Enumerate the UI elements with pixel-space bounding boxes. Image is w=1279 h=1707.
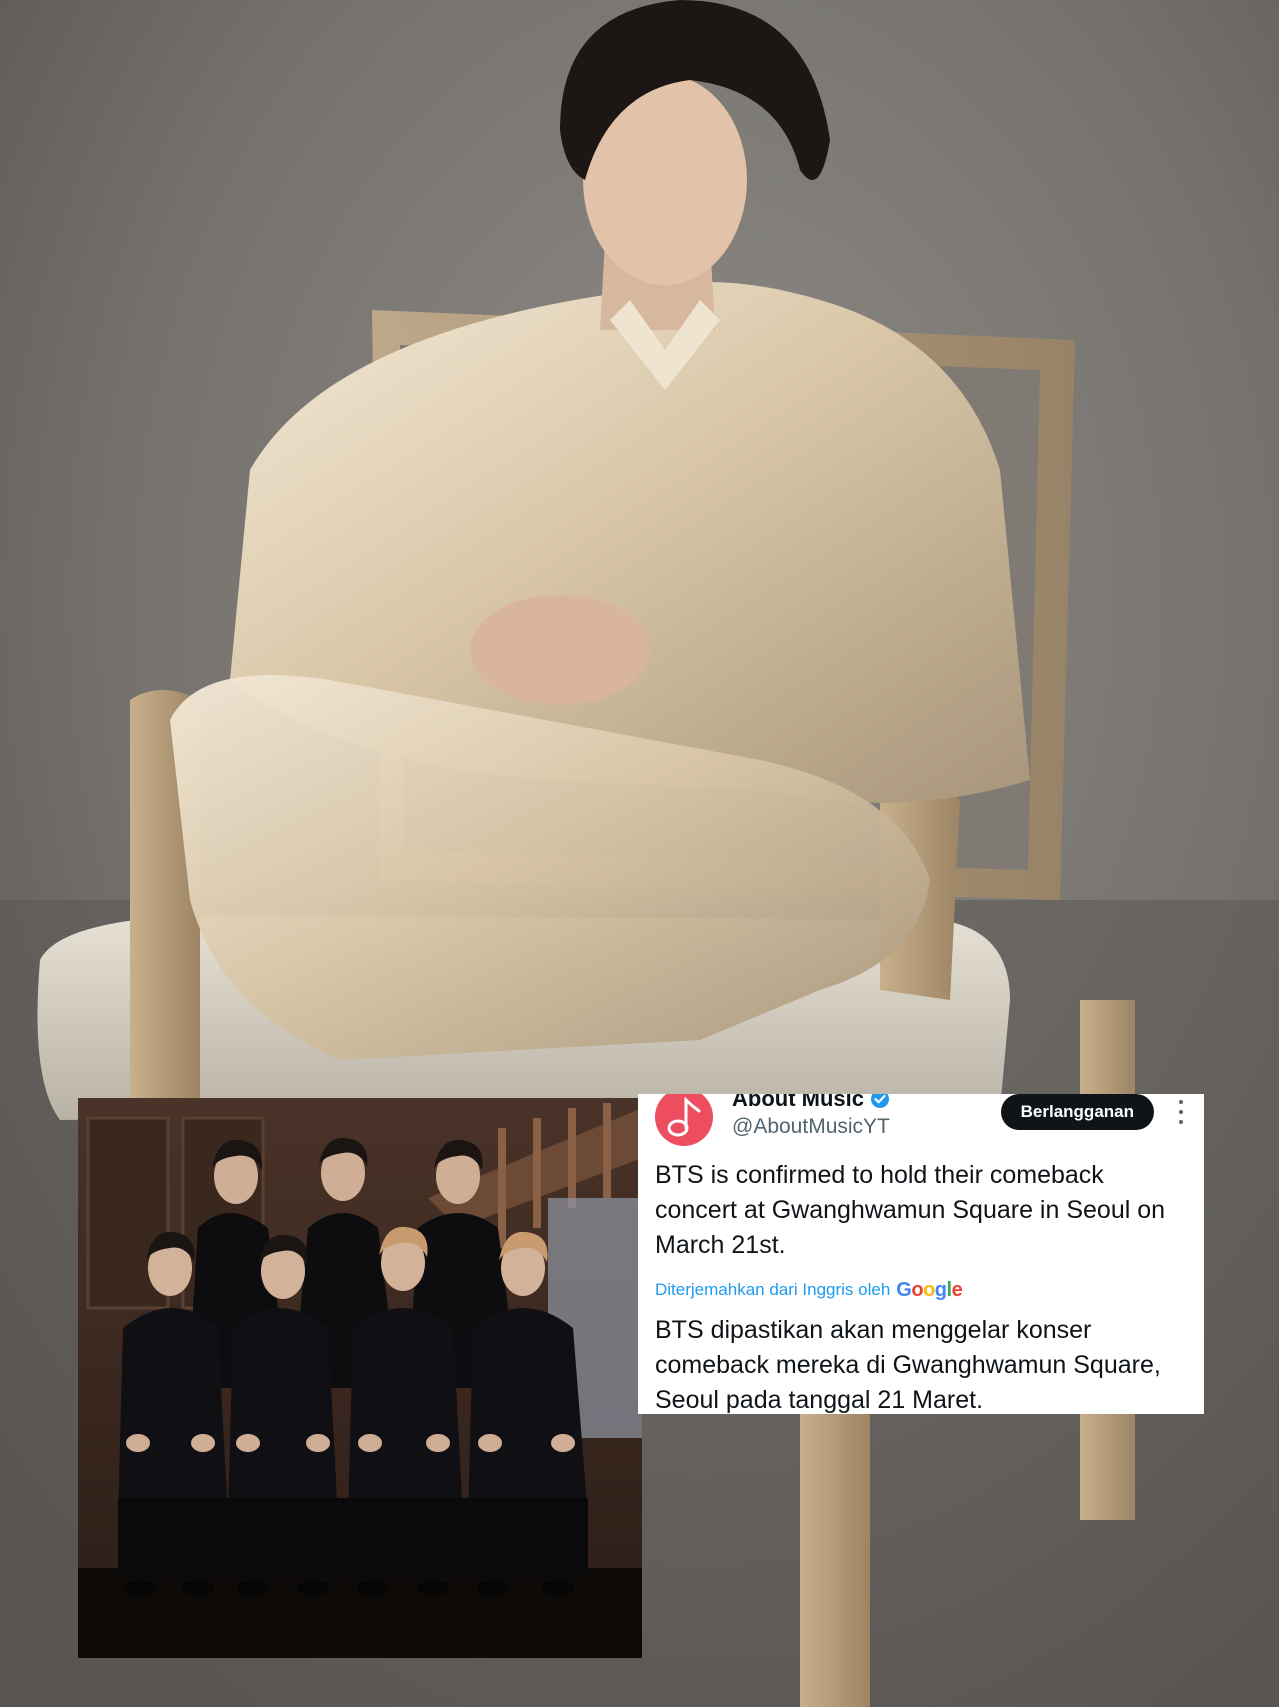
tweet-translated-text: BTS dipastikan akan menggelar konser com… (655, 1316, 1161, 1414)
tweet-original-text: BTS is confirmed to hold their comeback … (655, 1161, 1166, 1259)
user-name-row[interactable]: About Music (732, 1094, 890, 1112)
translation-attribution[interactable]: Diterjemahkan dari Inggris oleh Google (655, 1277, 1186, 1303)
google-logo: Google (896, 1278, 963, 1301)
user-handle[interactable]: @AboutMusicYT (732, 1115, 890, 1139)
music-note-icon (667, 1097, 701, 1137)
collage-canvas: About Music @AboutMusicYT Berlangganan B… (0, 0, 1279, 1707)
tweet-card: About Music @AboutMusicYT Berlangganan B… (638, 1094, 1204, 1414)
tweet-header: About Music @AboutMusicYT Berlangganan (655, 1094, 1186, 1158)
verified-badge-icon (871, 1094, 889, 1108)
display-name[interactable]: About Music (732, 1094, 864, 1112)
translation-note: Diterjemahkan dari Inggris oleh (655, 1280, 891, 1299)
group-photo-illustration (78, 1098, 642, 1658)
group-photo (78, 1098, 642, 1658)
more-vertical-icon[interactable] (1176, 1100, 1186, 1124)
avatar[interactable] (655, 1094, 713, 1146)
subscribe-button[interactable]: Berlangganan (1000, 1094, 1154, 1130)
